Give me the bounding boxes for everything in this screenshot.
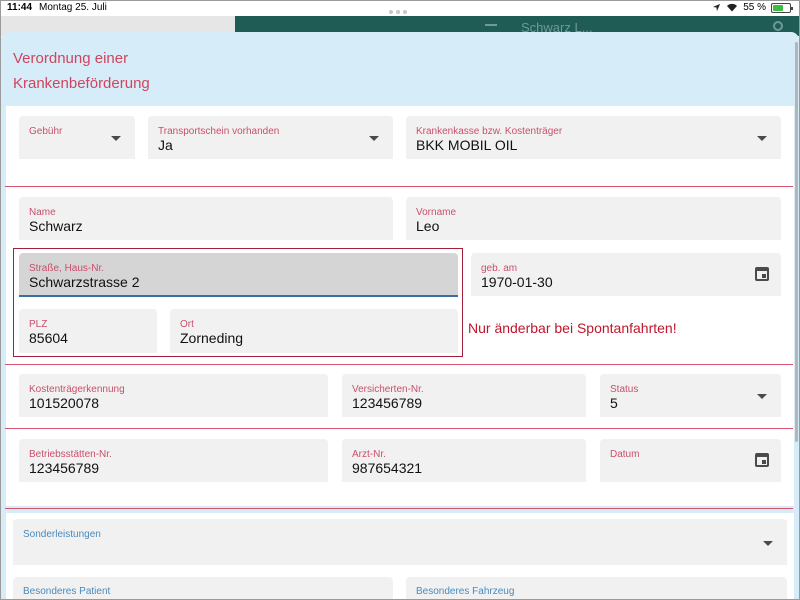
calendar-icon[interactable] (755, 453, 769, 467)
versicherten-field[interactable]: Versicherten-Nr. 123456789 (342, 374, 586, 417)
chevron-down-icon (763, 541, 773, 546)
betriebsstaetten-field[interactable]: Betriebsstätten-Nr. 123456789 (19, 439, 328, 482)
strasse-value: Schwarzstrasse 2 (29, 274, 140, 290)
ort-value: Zorneding (180, 330, 244, 346)
edit-restriction-note: Nur änderbar bei Spontanfahrten! (468, 320, 677, 336)
divider (5, 508, 793, 509)
chevron-down-icon (111, 136, 121, 141)
kostentraegerkennung-field[interactable]: Kostenträgerkennung 101520078 (19, 374, 328, 417)
plz-field[interactable]: PLZ 85604 (19, 309, 157, 353)
status-date: Montag 25. Juli (39, 2, 107, 13)
krankenkasse-value: BKK MOBIL OIL (416, 137, 518, 153)
transportschein-label: Transportschein vorhanden (158, 126, 280, 137)
search-icon (773, 21, 783, 31)
status-select[interactable]: Status 5 (600, 374, 781, 417)
transportschein-value: Ja (158, 137, 173, 153)
besonderes-patient-select[interactable]: Besonderes Patient (13, 577, 393, 600)
sonderleistungen-label: Sonderleistungen (23, 529, 101, 540)
transportschein-select[interactable]: Transportschein vorhanden Ja (148, 116, 393, 159)
geb-label: geb. am (481, 263, 518, 274)
location-icon (713, 3, 721, 12)
betriebsstaetten-label: Betriebsstätten-Nr. (29, 449, 112, 460)
multitasking-dots[interactable] (389, 6, 413, 14)
divider (5, 428, 793, 429)
datum-label: Datum (610, 449, 640, 460)
chevron-down-icon (757, 136, 767, 141)
krankenkasse-select[interactable]: Krankenkasse bzw. Kostenträger BKK MOBIL… (406, 116, 781, 159)
arzt-label: Arzt-Nr. (352, 449, 386, 460)
arzt-value: 987654321 (352, 460, 423, 476)
title-line-1: Verordnung einer (13, 50, 129, 67)
status-label: Status (610, 384, 639, 395)
ort-label: Ort (180, 319, 194, 330)
name-field[interactable]: Name Schwarz (19, 197, 393, 240)
datum-field[interactable]: Datum (600, 439, 781, 482)
ort-field[interactable]: Ort Zorneding (170, 309, 458, 353)
chevron-down-icon (757, 394, 767, 399)
vorname-label: Vorname (416, 207, 457, 218)
scrollbar[interactable] (795, 42, 798, 442)
geb-value: 1970-01-30 (481, 274, 553, 290)
krankenkasse-label: Krankenkasse bzw. Kostenträger (416, 126, 563, 137)
plz-value: 85604 (29, 330, 68, 346)
title-line-2: Krankenbeförderung (13, 75, 150, 92)
gebuehr-select[interactable]: Gebühr (19, 116, 135, 159)
status-value: 5 (610, 395, 618, 411)
besonderes-patient-label: Besonderes Patient (23, 586, 111, 597)
status-time: 11:44 (7, 2, 33, 13)
vorname-field[interactable]: Vorname Leo (406, 197, 781, 240)
battery-percent: 55 % (743, 2, 766, 13)
page-title: Verordnung einer Krankenbeförderung (13, 46, 150, 96)
gebuehr-label: Gebühr (29, 126, 63, 137)
besonderes-fahrzeug-select[interactable]: Besonderes Fahrzeug (406, 577, 787, 600)
versicherten-label: Versicherten-Nr. (352, 384, 424, 395)
besonderes-fahrzeug-label: Besonderes Fahrzeug (416, 586, 515, 597)
kostentraegerkennung-label: Kostenträgerkennung (29, 384, 125, 395)
strasse-label: Straße, Haus-Nr. (29, 263, 105, 274)
kostentraegerkennung-value: 101520078 (29, 395, 100, 411)
name-label: Name (29, 207, 56, 218)
betriebsstaetten-value: 123456789 (29, 460, 100, 476)
wifi-icon (727, 3, 738, 12)
divider (5, 186, 793, 187)
chevron-down-icon (369, 136, 379, 141)
versicherten-value: 123456789 (352, 395, 423, 411)
calendar-icon[interactable] (755, 267, 769, 281)
sonderleistungen-select[interactable]: Sonderleistungen (13, 519, 787, 565)
strasse-field[interactable]: Straße, Haus-Nr. Schwarzstrasse 2 (19, 253, 458, 297)
plz-label: PLZ (29, 319, 48, 330)
battery-icon (771, 2, 793, 13)
name-value: Schwarz (29, 218, 83, 234)
geb-date-field[interactable]: geb. am 1970-01-30 (471, 253, 781, 296)
vorname-value: Leo (416, 218, 440, 234)
status-bar: 11:44 Montag 25. Juli 55 % (1, 1, 799, 16)
divider (5, 364, 793, 365)
status-icons: 55 % (712, 2, 793, 13)
arzt-field[interactable]: Arzt-Nr. 987654321 (342, 439, 586, 482)
